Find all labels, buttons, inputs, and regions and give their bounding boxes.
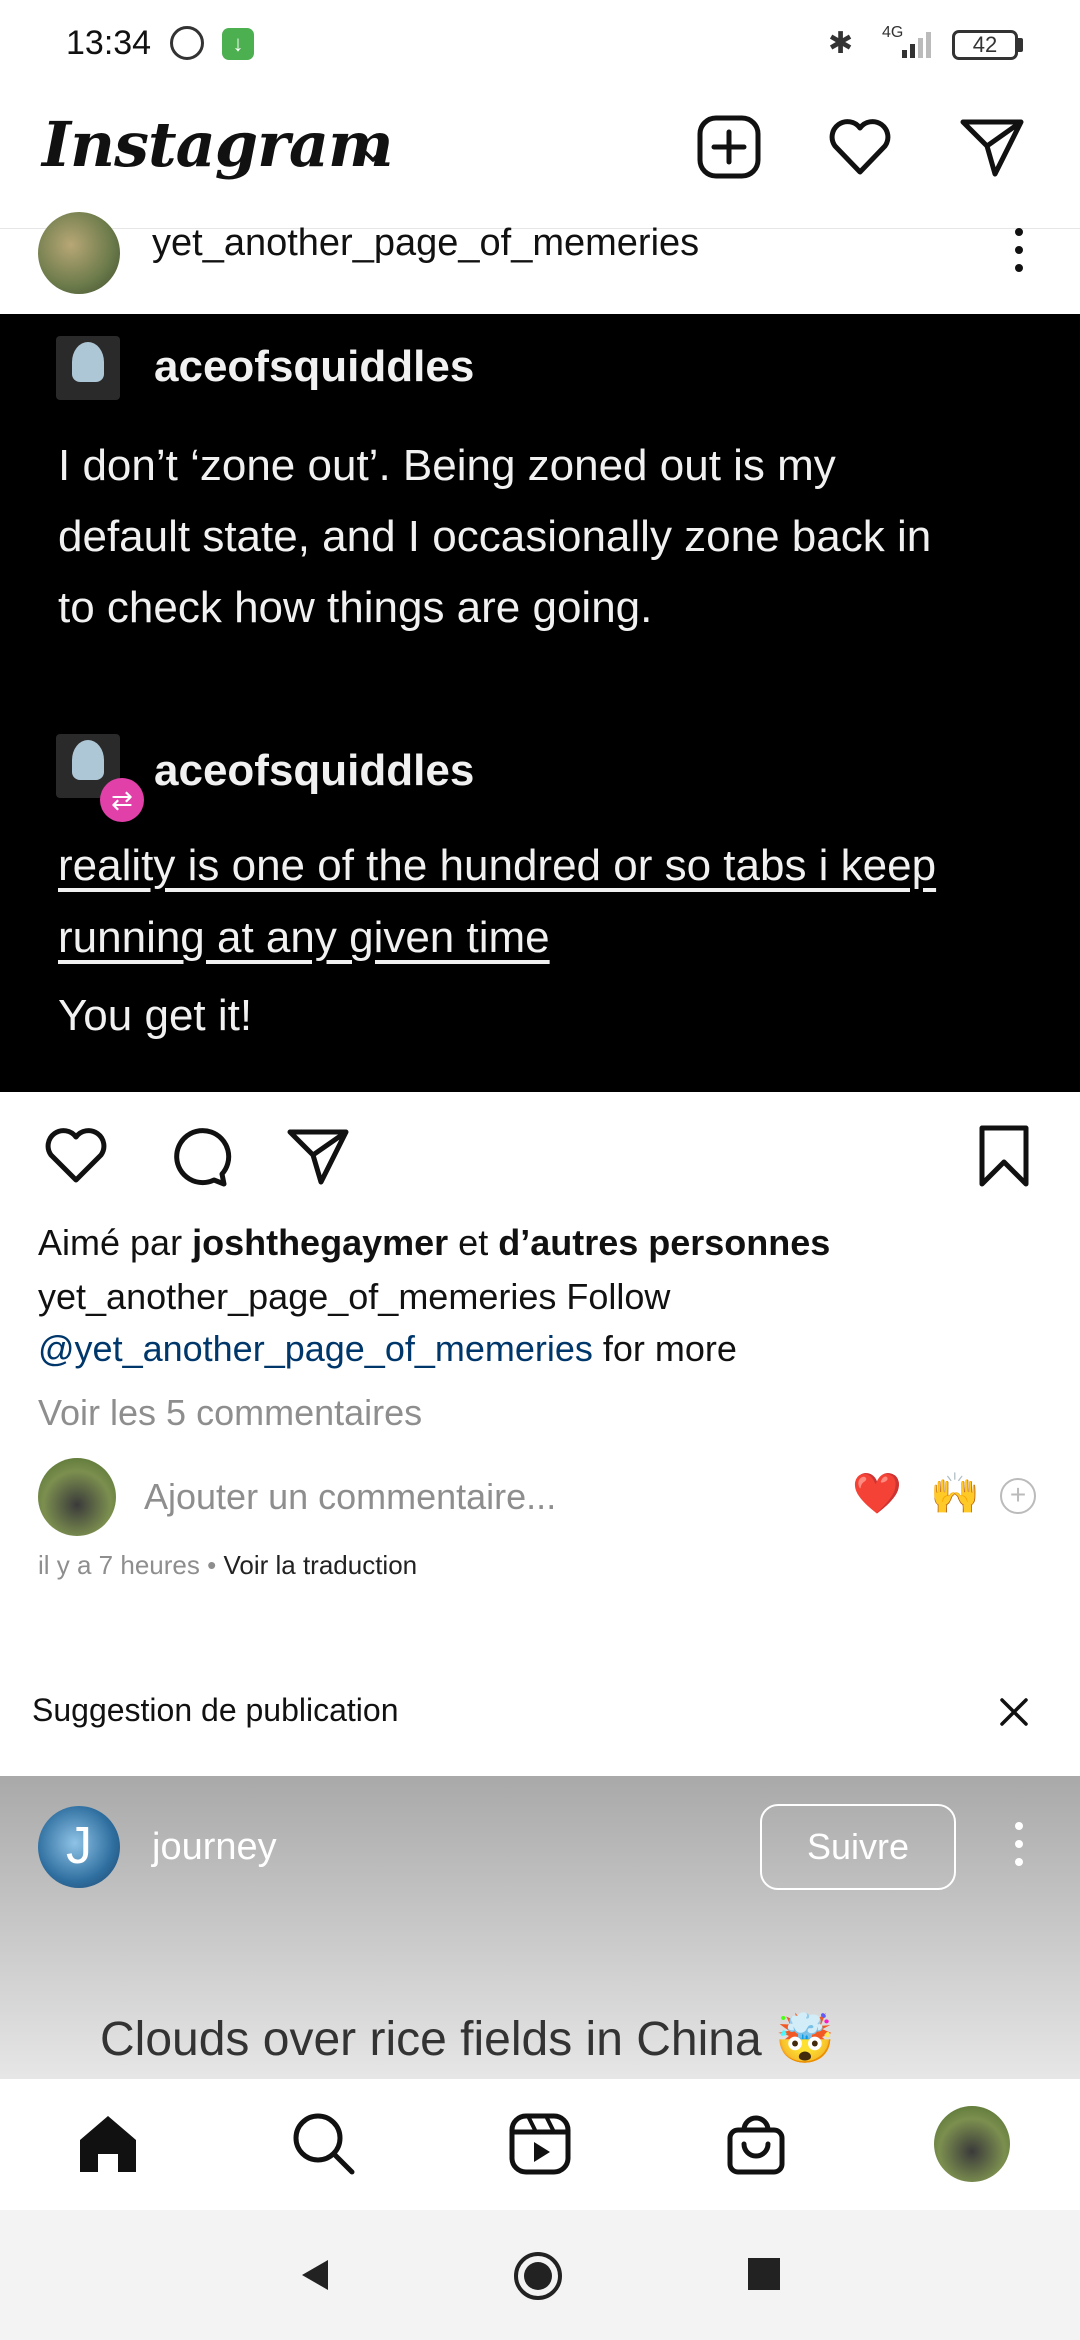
likes-summary[interactable]: Aimé par joshthegaymer et d’autres perso… (38, 1222, 830, 1264)
like-icon[interactable] (42, 1122, 110, 1190)
post-author-avatar[interactable] (38, 212, 120, 294)
caption-text: Follow (566, 1276, 671, 1317)
tumblr-avatar (56, 336, 120, 400)
heart-icon[interactable] (825, 112, 895, 182)
alarm-icon (170, 26, 204, 60)
download-icon: ↓ (222, 28, 254, 60)
suggested-author-username[interactable]: journey (152, 1826, 277, 1869)
likes-others[interactable]: d’autres personnes (498, 1222, 830, 1263)
tumblr-text-line: reality is one of the hundred or so tabs… (58, 841, 937, 890)
post-time: il y a 7 heures (38, 1550, 200, 1580)
view-comments-link[interactable]: Voir les 5 commentaires (38, 1392, 422, 1434)
suggestion-title: Suggestion de publication (32, 1692, 399, 1728)
chevron-down-icon[interactable] (358, 140, 388, 170)
battery-icon: 42 (952, 30, 1018, 60)
tumblr-text-line: You get it! (58, 991, 253, 1040)
comment-icon[interactable] (164, 1122, 232, 1190)
suggested-author-avatar[interactable]: J (38, 1806, 120, 1888)
home-button-icon[interactable] (512, 2250, 564, 2302)
quick-reaction-heart[interactable]: ❤️ (852, 1470, 902, 1517)
caption-mention-link[interactable]: @yet_another_page_of_memeries (38, 1328, 593, 1369)
reels-icon[interactable] (506, 2110, 574, 2178)
search-icon[interactable] (290, 2110, 358, 2178)
tumblr-author: aceofsquiddles (154, 342, 475, 391)
profile-avatar-tab[interactable] (934, 2106, 1010, 2182)
status-time: 13:34 (66, 24, 152, 62)
close-icon[interactable] (996, 1694, 1032, 1730)
caption-line-2: @yet_another_page_of_memeries for more (38, 1328, 737, 1370)
caption-end: for more (602, 1328, 737, 1369)
post-more-options-icon[interactable] (1013, 224, 1025, 280)
translate-link[interactable]: Voir la traduction (223, 1550, 417, 1580)
tumblr-text-line: I don’t ‘zone out’. Being zoned out is m… (58, 441, 836, 490)
signal-icon (902, 32, 931, 58)
likes-prefix: Aimé par (38, 1222, 183, 1263)
caption: yet_another_page_of_memeries Follow (38, 1276, 670, 1318)
add-emoji-icon[interactable]: + (1000, 1478, 1036, 1514)
create-post-icon[interactable] (694, 112, 764, 182)
reblog-icon: ⇄ (100, 778, 144, 822)
instagram-logo[interactable]: Instagram (42, 108, 394, 181)
share-icon[interactable] (284, 1122, 352, 1190)
bookmark-icon[interactable] (970, 1122, 1038, 1190)
suggested-post-caption: Clouds over rice fields in China 🤯 (100, 2013, 835, 2066)
battery-tip (1018, 38, 1023, 52)
follow-button[interactable]: Suivre (760, 1804, 956, 1890)
caption-username[interactable]: yet_another_page_of_memeries (38, 1276, 556, 1317)
tumblr-text-line: running at any given time (58, 913, 550, 962)
bluetooth-icon: ✱ (828, 27, 854, 60)
tumblr-author: aceofsquiddles (154, 746, 475, 795)
home-icon[interactable] (74, 2110, 142, 2178)
meta-separator: • (207, 1550, 217, 1580)
tumblr-text-line: default state, and I occasionally zone b… (58, 512, 932, 561)
suggestion-more-options-icon[interactable] (1013, 1818, 1025, 1874)
post-meta: il y a 7 heures • Voir la traduction (38, 1550, 417, 1581)
shop-icon[interactable] (722, 2110, 790, 2178)
back-icon[interactable] (296, 2256, 334, 2294)
add-comment-input[interactable]: Ajouter un commentaire... (144, 1476, 556, 1518)
post-author-username[interactable]: yet_another_page_of_memeries (152, 222, 699, 265)
current-user-avatar (38, 1458, 116, 1536)
tumblr-text-line: to check how things are going. (58, 583, 653, 632)
likes-mid: et (458, 1222, 489, 1263)
direct-message-icon[interactable] (957, 112, 1027, 182)
post-image[interactable]: aceofsquiddles I don’t ‘zone out’. Being… (0, 314, 1080, 1092)
quick-reaction-hands[interactable]: 🙌 (930, 1470, 980, 1517)
recents-icon[interactable] (746, 2256, 782, 2292)
likes-user[interactable]: joshthegaymer (192, 1222, 448, 1263)
